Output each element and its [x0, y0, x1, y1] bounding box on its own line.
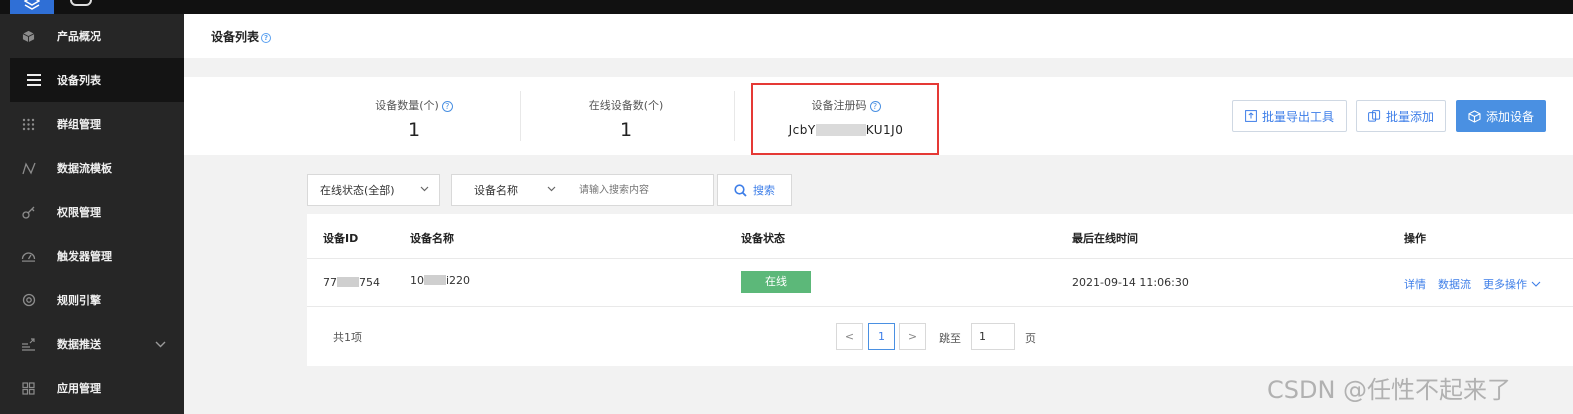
- help-icon[interactable]: ?: [441, 101, 453, 112]
- target-icon: [0, 293, 57, 307]
- chevron-down-icon[interactable]: [155, 338, 166, 351]
- redaction-mask: [337, 277, 359, 287]
- sidebar-item-overview[interactable]: 产品概况: [0, 14, 184, 58]
- device-table: 设备ID 设备名称 设备状态 最后在线时间 操作 77 754 10 i220 在线…: [307, 214, 1573, 366]
- sidebar-item-triggers[interactable]: 触发器管理: [0, 234, 184, 278]
- sidebar-item-label: 数据流模板: [57, 162, 112, 175]
- cube-icon: [0, 30, 57, 43]
- chevron-down-icon: [1531, 281, 1540, 287]
- online-count-stat: 在线设备数(个) 1: [526, 77, 726, 155]
- column-header[interactable]: 设备ID: [323, 230, 358, 246]
- redaction-mask: [424, 275, 446, 285]
- apps-icon: [0, 381, 57, 395]
- add-device-button[interactable]: 添加设备: [1456, 100, 1546, 132]
- push-icon: [0, 337, 57, 351]
- sidebar-item-permissions[interactable]: 权限管理: [0, 190, 184, 234]
- more-actions-link[interactable]: 更多操作: [1483, 276, 1541, 292]
- sidebar-item-device-list[interactable]: 设备列表: [10, 58, 184, 102]
- gauge-icon: [0, 250, 57, 262]
- sidebar-item-label: 规则引擎: [57, 294, 101, 307]
- export-icon: [1245, 110, 1257, 122]
- total-count: 共1项: [333, 331, 362, 344]
- search-button[interactable]: 搜索: [717, 174, 792, 206]
- sidebar-item-label: 权限管理: [57, 206, 101, 219]
- datastream-link[interactable]: 数据流: [1438, 276, 1471, 292]
- online-count-value: 1: [619, 119, 633, 141]
- page-header: 设备列表?: [184, 14, 1573, 58]
- jump-page-input[interactable]: [971, 323, 1015, 350]
- prev-page-button[interactable]: <: [836, 323, 863, 350]
- sidebar-item-rule-engine[interactable]: 规则引擎: [0, 278, 184, 322]
- help-icon[interactable]: ?: [261, 33, 272, 43]
- top-bar: [0, 0, 1573, 14]
- batch-add-icon: [1368, 110, 1381, 122]
- chevron-down-icon: [547, 184, 556, 195]
- search-input[interactable]: [566, 174, 714, 206]
- divider: [520, 91, 521, 141]
- device-count-value: 1: [407, 119, 421, 141]
- device-count-stat: 设备数量(个)? 1: [314, 77, 514, 155]
- sidebar-item-label: 触发器管理: [57, 250, 112, 263]
- sidebar-item-label: 数据推送: [57, 338, 101, 351]
- flow-icon: [0, 161, 57, 175]
- column-header[interactable]: 设备名称: [410, 230, 454, 246]
- jump-label: 跳至: [939, 332, 961, 345]
- key-icon: [0, 205, 57, 219]
- details-link[interactable]: 详情: [1404, 276, 1426, 292]
- sidebar-item-datastream-template[interactable]: 数据流模板: [0, 146, 184, 190]
- list-icon: [10, 74, 57, 86]
- next-page-button[interactable]: >: [899, 323, 926, 350]
- divider: [307, 306, 1573, 307]
- search-field-select[interactable]: 设备名称: [451, 174, 567, 206]
- watermark: CSDN @任性不起来了: [1267, 376, 1512, 404]
- sidebar: 产品概况 设备列表 群组管理 数据流模板 权限管理 触发器管理 规则引擎 数据推…: [0, 14, 184, 414]
- device-id-cell: 77 754: [323, 276, 380, 289]
- sidebar-item-apps[interactable]: 应用管理: [0, 366, 184, 410]
- device-name-cell: 10 i220: [410, 274, 471, 287]
- divider: [734, 91, 735, 141]
- grid-dots-icon: [0, 118, 57, 131]
- sidebar-item-label: 群组管理: [57, 118, 101, 131]
- logo-icon: [24, 0, 40, 10]
- column-header: 操作: [1404, 232, 1426, 245]
- batch-export-button[interactable]: 批量导出工具: [1232, 100, 1347, 132]
- chevron-down-icon: [420, 184, 429, 195]
- page-title: 设备列表?: [211, 28, 272, 45]
- batch-add-button[interactable]: 批量添加: [1356, 100, 1446, 132]
- device-cube-icon: [1468, 109, 1481, 123]
- page-unit-label: 页: [1025, 332, 1036, 345]
- search-icon: [734, 183, 747, 197]
- column-header[interactable]: 设备状态: [741, 230, 785, 246]
- page-1-button[interactable]: 1: [868, 323, 895, 350]
- divider: [307, 258, 1573, 259]
- status-badge: 在线: [741, 271, 811, 293]
- sidebar-item-label: 应用管理: [57, 382, 101, 395]
- column-header[interactable]: 最后在线时间: [1072, 230, 1138, 246]
- sidebar-item-label: 设备列表: [57, 74, 101, 87]
- brand-mark: [70, 0, 92, 6]
- sidebar-item-label: 产品概况: [57, 30, 101, 43]
- status-filter-select[interactable]: 在线状态(全部): [307, 174, 440, 206]
- sidebar-item-groups[interactable]: 群组管理: [0, 102, 184, 146]
- logo[interactable]: [10, 0, 54, 14]
- highlight-box: [751, 83, 939, 155]
- sidebar-item-data-push[interactable]: 数据推送: [0, 322, 184, 366]
- last-online-cell: 2021-09-14 11:06:30: [1072, 276, 1189, 289]
